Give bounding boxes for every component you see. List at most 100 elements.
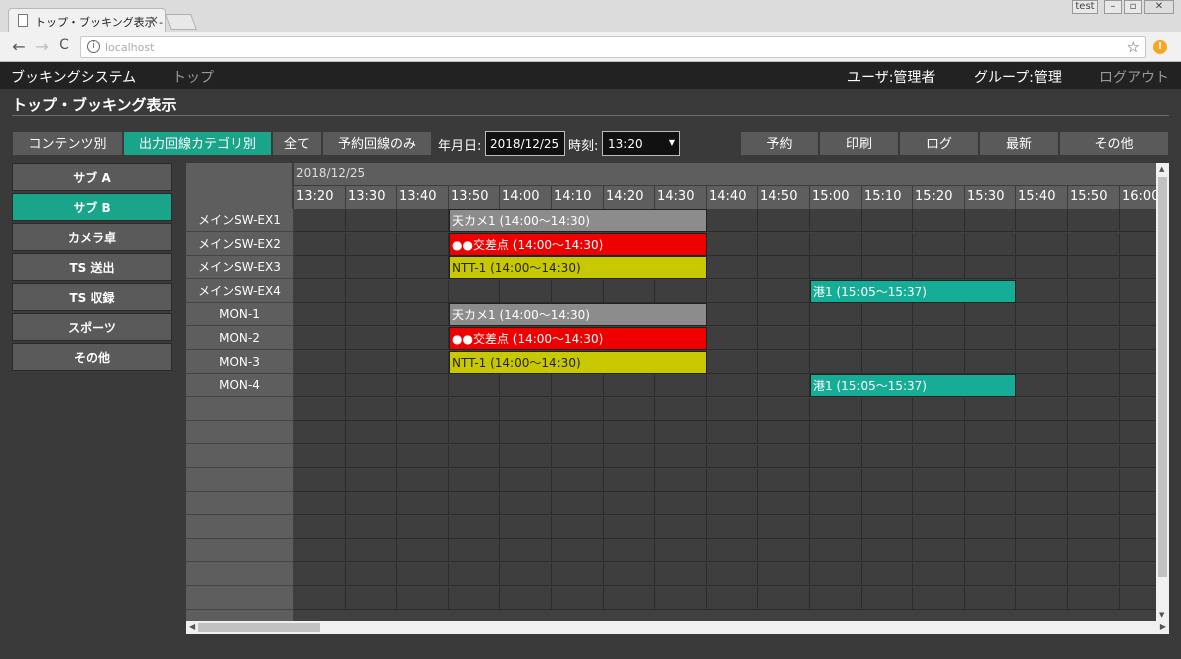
schedule-cell[interactable] [397, 233, 449, 256]
schedule-cell[interactable] [913, 398, 965, 421]
schedule-cell[interactable] [758, 233, 810, 256]
schedule-cell[interactable] [810, 303, 862, 326]
schedule-cell[interactable] [1016, 445, 1068, 468]
schedule-cell[interactable] [655, 516, 707, 539]
schedule-cell[interactable] [449, 280, 500, 303]
schedule-cell[interactable] [655, 421, 707, 444]
schedule-cell[interactable] [1120, 516, 1156, 539]
schedule-cell[interactable] [1068, 516, 1120, 539]
schedule-cell[interactable] [810, 492, 862, 515]
schedule-cell[interactable] [346, 587, 397, 610]
sidebar-item-sub-b[interactable]: サブ B [12, 193, 172, 221]
vertical-scroll-thumb[interactable] [1158, 177, 1167, 577]
schedule-cell[interactable] [1016, 280, 1068, 303]
schedule-cell[interactable] [810, 587, 862, 610]
schedule-cell[interactable] [862, 516, 913, 539]
sidebar-item-ts-out[interactable]: TS 送出 [12, 253, 172, 281]
schedule-cell[interactable] [758, 280, 810, 303]
schedule-cell[interactable] [862, 421, 913, 444]
schedule-cell[interactable] [1120, 233, 1156, 256]
schedule-cell[interactable] [294, 209, 346, 232]
schedule-cell[interactable] [965, 445, 1016, 468]
schedule-cell[interactable] [965, 587, 1016, 610]
schedule-cell[interactable] [1120, 303, 1156, 326]
schedule-cell[interactable] [500, 280, 552, 303]
schedule-cell[interactable] [655, 469, 707, 492]
schedule-cell[interactable] [707, 374, 758, 397]
schedule-cell[interactable] [294, 539, 346, 562]
schedule-cell[interactable] [449, 445, 500, 468]
schedule-cell[interactable] [604, 516, 655, 539]
schedule-cell[interactable] [1068, 374, 1120, 397]
schedule-cell[interactable] [965, 209, 1016, 232]
schedule-cell[interactable] [1016, 516, 1068, 539]
schedule-cell[interactable] [604, 445, 655, 468]
browser-tab[interactable]: トップ・ブッキング表示 - 回線 × [8, 8, 166, 32]
schedule-cell[interactable] [965, 492, 1016, 515]
booking-block[interactable]: 天カメ1 (14:00〜14:30) [449, 303, 707, 326]
schedule-cell[interactable] [397, 539, 449, 562]
schedule-cell[interactable] [346, 327, 397, 350]
schedule-cell[interactable] [707, 563, 758, 586]
schedule-cell[interactable] [552, 445, 604, 468]
back-icon[interactable]: ← [10, 37, 28, 56]
schedule-cell[interactable] [862, 303, 913, 326]
sidebar-item-camera-desk[interactable]: カメラ卓 [12, 223, 172, 251]
schedule-cell[interactable] [965, 563, 1016, 586]
schedule-cell[interactable] [500, 421, 552, 444]
schedule-cell[interactable] [810, 256, 862, 279]
date-field[interactable] [485, 131, 565, 156]
schedule-cell[interactable] [294, 256, 346, 279]
schedule-cell[interactable] [758, 303, 810, 326]
reserve-button[interactable]: 予約 [740, 131, 819, 156]
schedule-cell[interactable] [346, 256, 397, 279]
schedule-cell[interactable] [913, 209, 965, 232]
schedule-cell[interactable] [913, 492, 965, 515]
schedule-cell[interactable] [294, 398, 346, 421]
schedule-cell[interactable] [810, 327, 862, 350]
schedule-cell[interactable] [1068, 492, 1120, 515]
schedule-cell[interactable] [707, 421, 758, 444]
schedule-cell[interactable] [397, 209, 449, 232]
schedule-cell[interactable] [397, 398, 449, 421]
schedule-cell[interactable] [862, 256, 913, 279]
schedule-cell[interactable] [1016, 209, 1068, 232]
schedule-cell[interactable] [397, 587, 449, 610]
schedule-cell[interactable] [965, 303, 1016, 326]
schedule-cell[interactable] [1068, 351, 1120, 374]
schedule-cell[interactable] [449, 539, 500, 562]
schedule-cell[interactable] [758, 374, 810, 397]
booking-block[interactable]: ●●交差点 (14:00〜14:30) [449, 327, 707, 350]
schedule-cell[interactable] [1016, 469, 1068, 492]
schedule-cell[interactable] [758, 256, 810, 279]
schedule-cell[interactable] [500, 516, 552, 539]
schedule-cell[interactable] [655, 587, 707, 610]
schedule-cell[interactable] [913, 256, 965, 279]
schedule-cell[interactable] [1120, 374, 1156, 397]
schedule-cell[interactable] [758, 398, 810, 421]
schedule-cell[interactable] [294, 233, 346, 256]
schedule-cell[interactable] [1120, 280, 1156, 303]
schedule-cell[interactable] [1016, 303, 1068, 326]
all-button[interactable]: 全て [272, 131, 322, 156]
schedule-cell[interactable] [397, 280, 449, 303]
scroll-left-icon[interactable]: ◀ [189, 622, 195, 631]
schedule-cell[interactable] [500, 492, 552, 515]
schedule-cell[interactable] [913, 351, 965, 374]
schedule-cell[interactable] [810, 351, 862, 374]
schedule-cell[interactable] [655, 398, 707, 421]
sidebar-item-sports[interactable]: スポーツ [12, 313, 172, 341]
schedule-cell[interactable] [346, 303, 397, 326]
schedule-cell[interactable] [500, 563, 552, 586]
schedule-cell[interactable] [1016, 327, 1068, 350]
schedule-cell[interactable] [758, 587, 810, 610]
schedule-cell[interactable] [1120, 563, 1156, 586]
schedule-cell[interactable] [604, 587, 655, 610]
schedule-cell[interactable] [346, 539, 397, 562]
scroll-down-icon[interactable]: ▼ [1159, 611, 1164, 619]
schedule-cell[interactable] [294, 587, 346, 610]
schedule-cell[interactable] [346, 280, 397, 303]
sidebar-item-other[interactable]: その他 [12, 343, 172, 371]
schedule-cell[interactable] [913, 445, 965, 468]
schedule-cell[interactable] [862, 539, 913, 562]
